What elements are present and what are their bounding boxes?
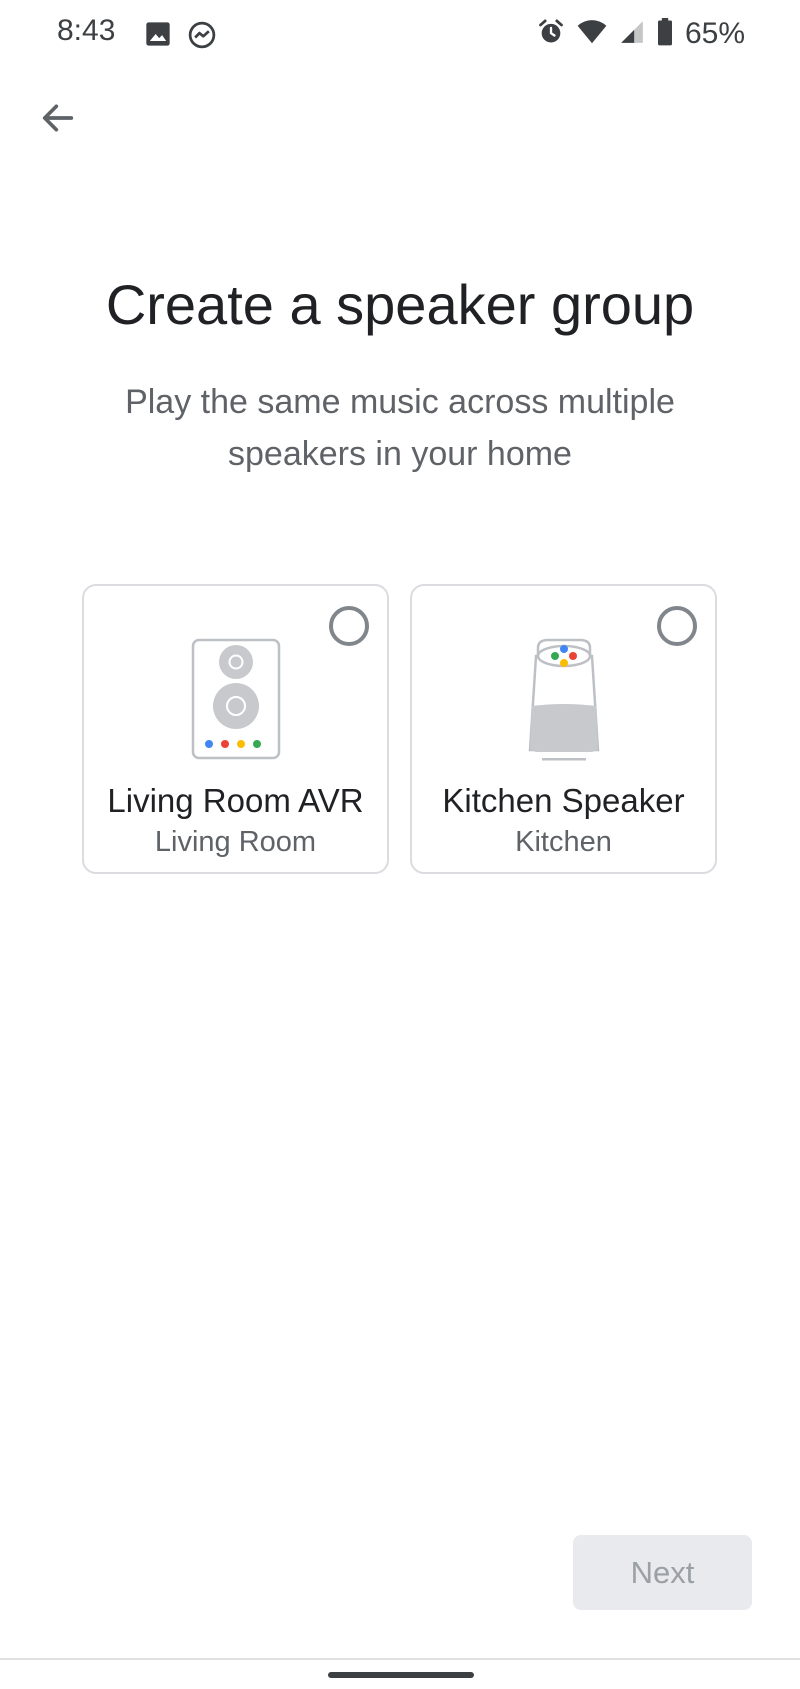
google-home-icon <box>524 638 604 767</box>
radio-button[interactable] <box>329 606 369 646</box>
device-name: Living Room AVR <box>107 782 364 819</box>
radio-button[interactable] <box>657 606 697 646</box>
arrow-back-icon <box>42 104 74 132</box>
back-button[interactable] <box>30 90 86 146</box>
status-bar: 8:43 65% <box>0 0 800 70</box>
image-icon <box>144 20 172 48</box>
device-card-living-room-avr[interactable]: Living Room AVR Living Room <box>82 584 389 874</box>
next-button[interactable]: Next <box>573 1535 752 1610</box>
avr-speaker-icon <box>191 638 281 765</box>
device-room: Living Room <box>154 826 317 858</box>
status-time: 8:43 <box>57 14 116 47</box>
status-right-group: 65% <box>537 14 745 54</box>
bottom-divider <box>0 1658 800 1660</box>
page-subtitle: Play the same music across multiple spea… <box>125 383 675 473</box>
signal-icon <box>619 19 645 50</box>
wifi-icon <box>577 19 607 50</box>
gesture-nav-handle[interactable] <box>328 1672 474 1678</box>
battery-icon <box>657 17 673 51</box>
device-room: Kitchen <box>515 826 612 858</box>
messenger-icon <box>187 20 216 49</box>
page-title: Create a speaker group <box>105 273 695 336</box>
device-card-kitchen-speaker[interactable]: Kitchen Speaker Kitchen <box>410 584 717 874</box>
alarm-icon <box>537 18 565 51</box>
battery-percentage: 65% <box>684 17 745 50</box>
device-name: Kitchen Speaker <box>442 782 685 819</box>
